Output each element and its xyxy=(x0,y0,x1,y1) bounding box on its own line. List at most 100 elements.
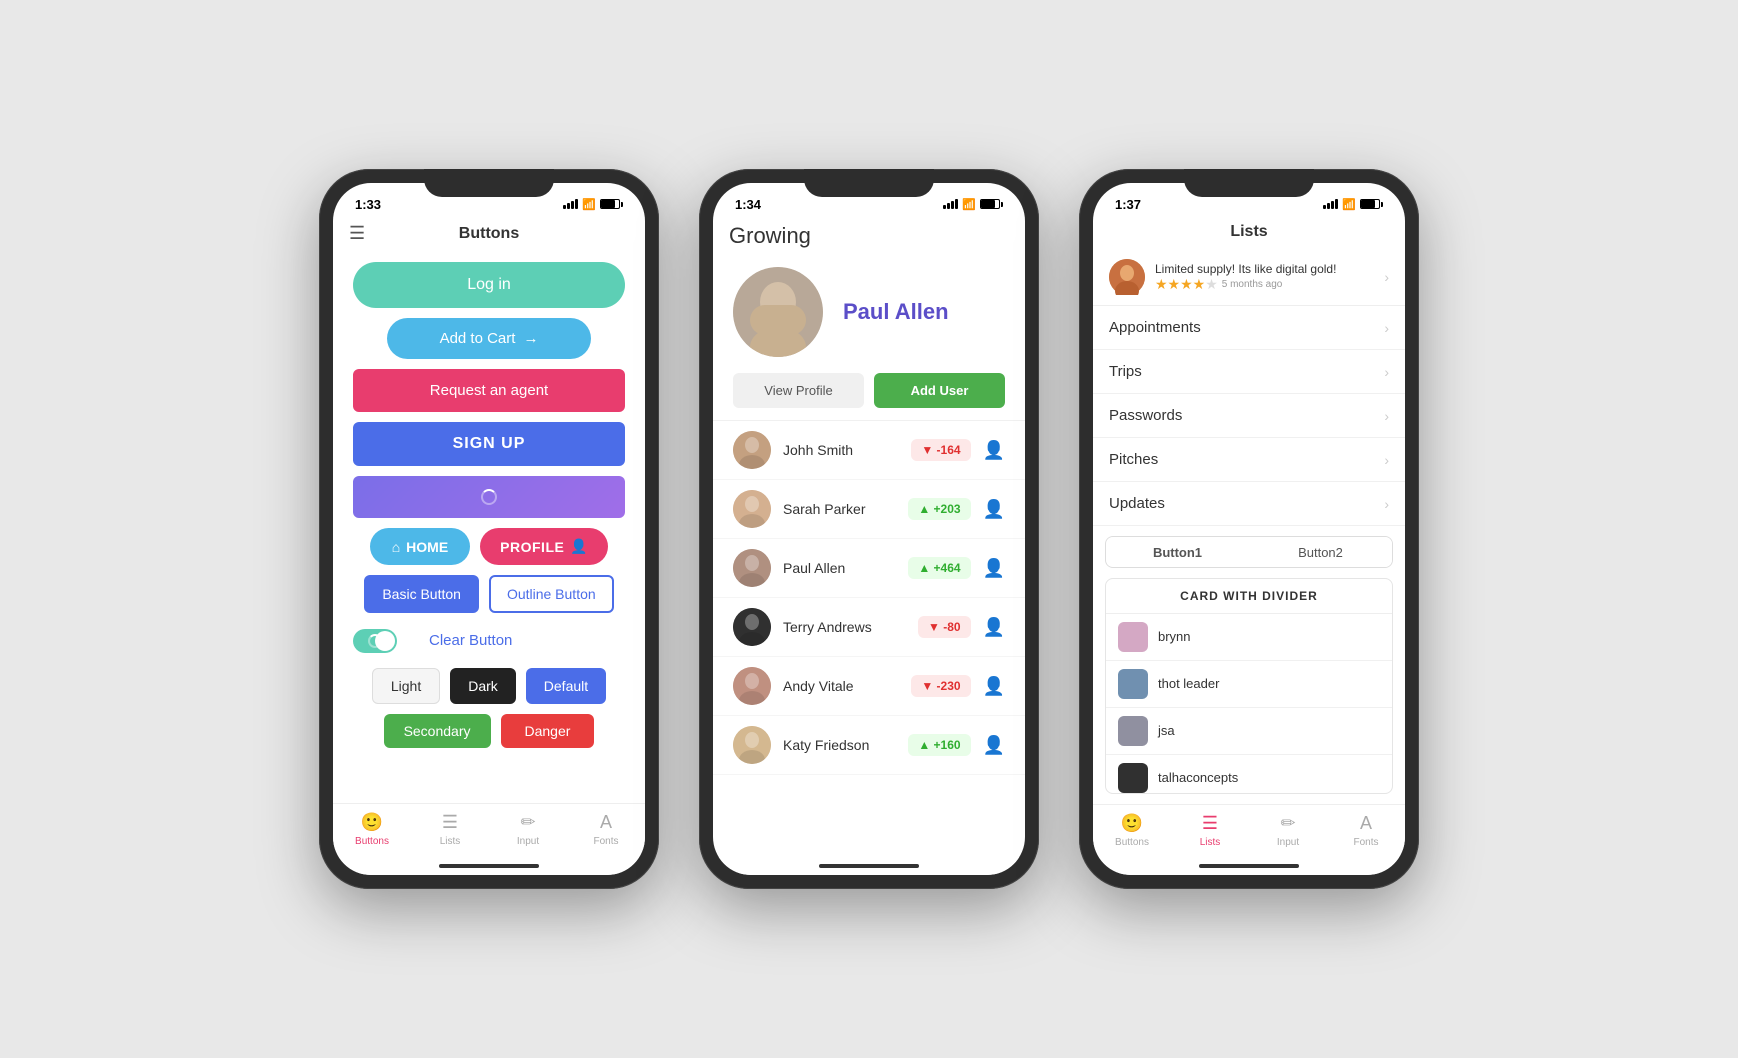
tab-3-fonts[interactable]: A Fonts xyxy=(1327,813,1405,848)
user-name: Terry Andrews xyxy=(783,619,906,635)
user-profile-icon[interactable]: 👤 xyxy=(983,499,1005,520)
outline-button[interactable]: Outline Button xyxy=(489,575,614,613)
wifi-icon-2: 📶 xyxy=(962,198,976,211)
view-profile-button[interactable]: View Profile xyxy=(733,373,864,408)
avatar-image xyxy=(733,267,823,357)
home-profile-row: ⌂ HOME PROFILE 👤 xyxy=(353,528,625,565)
list-item-label: Updates xyxy=(1109,495,1384,512)
tab-3-input-icon: ✏ xyxy=(1280,813,1295,834)
card-list-item[interactable]: jsa xyxy=(1106,708,1392,755)
card-avatar xyxy=(1118,716,1148,746)
wifi-icon: 📶 xyxy=(582,198,596,211)
list-item[interactable]: Updates › xyxy=(1093,482,1405,526)
segment-tab[interactable]: Button2 xyxy=(1249,537,1392,567)
card-avatar xyxy=(1118,622,1148,652)
list-item[interactable]: Trips › xyxy=(1093,350,1405,394)
home-button[interactable]: ⌂ HOME xyxy=(370,528,470,565)
signal-icon-3 xyxy=(1323,199,1338,209)
profile-button[interactable]: PROFILE 👤 xyxy=(480,528,608,565)
card-avatar xyxy=(1118,763,1148,793)
status-icons-2: 📶 xyxy=(943,198,1003,211)
user-row[interactable]: Terry Andrews ▼ -80 👤 xyxy=(713,598,1025,657)
user-row[interactable]: Katy Friedson ▲ +160 👤 xyxy=(713,716,1025,775)
user-avatar xyxy=(733,431,771,469)
user-name: Johh Smith xyxy=(783,442,899,458)
home-indicator-1 xyxy=(333,857,645,875)
user-avatar xyxy=(733,667,771,705)
clear-button[interactable]: Clear Button xyxy=(413,623,528,658)
user-avatar xyxy=(733,726,771,764)
list-chevron-icon: › xyxy=(1384,320,1389,336)
light-button[interactable]: Light xyxy=(372,668,440,704)
tab-fonts-icon: A xyxy=(600,812,612,833)
request-agent-button[interactable]: Request an agent xyxy=(353,369,625,412)
user-row[interactable]: Andy Vitale ▼ -230 👤 xyxy=(713,657,1025,716)
status-icons-1: 📶 xyxy=(563,198,623,211)
profile-name: Paul Allen xyxy=(843,299,949,325)
time-1: 1:33 xyxy=(355,197,381,212)
list-item-label: Pitches xyxy=(1109,451,1384,468)
review-time: 5 months ago xyxy=(1222,279,1283,290)
list-chevron-icon: › xyxy=(1384,364,1389,380)
user-row[interactable]: Sarah Parker ▲ +203 👤 xyxy=(713,480,1025,539)
list-item[interactable]: Appointments › xyxy=(1093,306,1405,350)
user-name: Andy Vitale xyxy=(783,678,899,694)
user-profile-icon[interactable]: 👤 xyxy=(983,676,1005,697)
avatar xyxy=(733,267,823,357)
buttons-content: Log in Add to Cart → Request an agent SI… xyxy=(333,252,645,803)
login-button[interactable]: Log in xyxy=(353,262,625,308)
add-to-cart-button[interactable]: Add to Cart → xyxy=(387,318,591,359)
tab-3-lists[interactable]: ☰ Lists xyxy=(1171,813,1249,848)
user-profile-icon[interactable]: 👤 xyxy=(983,735,1005,756)
toggle-switch[interactable] xyxy=(353,629,397,653)
tab-fonts[interactable]: A Fonts xyxy=(567,812,645,847)
list-item[interactable]: Pitches › xyxy=(1093,438,1405,482)
user-row[interactable]: Johh Smith ▼ -164 👤 xyxy=(713,421,1025,480)
add-user-button[interactable]: Add User xyxy=(874,373,1005,408)
light-dark-default-row: Light Dark Default xyxy=(353,668,625,704)
hamburger-icon[interactable]: ☰ xyxy=(349,223,365,244)
signal-icon-2 xyxy=(943,199,958,209)
user-profile-icon[interactable]: 👤 xyxy=(983,617,1005,638)
signup-button[interactable]: SIGN UP xyxy=(353,422,625,466)
dark-button[interactable]: Dark xyxy=(450,668,516,704)
page-title-lists: Lists xyxy=(1093,219,1405,249)
user-profile-icon[interactable]: 👤 xyxy=(983,440,1005,461)
user-row[interactable]: Paul Allen ▲ +464 👤 xyxy=(713,539,1025,598)
segment-tab[interactable]: Button1 xyxy=(1106,537,1249,567)
tab-buttons-icon: 🙂 xyxy=(361,812,383,833)
tab-3-fonts-icon: A xyxy=(1360,813,1372,834)
review-chevron: › xyxy=(1384,269,1389,285)
notch-1 xyxy=(424,169,554,197)
list-item[interactable]: Passwords › xyxy=(1093,394,1405,438)
tab-input[interactable]: ✏ Input xyxy=(489,812,567,847)
danger-button[interactable]: Danger xyxy=(501,714,595,748)
tab-lists[interactable]: ☰ Lists xyxy=(411,812,489,847)
card-list-item[interactable]: brynn xyxy=(1106,614,1392,661)
score-badge: ▼ -80 xyxy=(918,616,971,638)
user-avatar xyxy=(733,608,771,646)
user-list: Johh Smith ▼ -164 👤 Sarah Parker ▲ +203 … xyxy=(713,421,1025,857)
notch-2 xyxy=(804,169,934,197)
phone-lists: 1:37 📶 Lists xyxy=(1079,169,1419,889)
basic-button[interactable]: Basic Button xyxy=(364,575,479,613)
tab-bar-3: 🙂 Buttons ☰ Lists ✏ Input A Fonts xyxy=(1093,804,1405,858)
loading-button[interactable] xyxy=(353,476,625,518)
notch-3 xyxy=(1184,169,1314,197)
default-button[interactable]: Default xyxy=(526,668,606,704)
tab-3-buttons[interactable]: 🙂 Buttons xyxy=(1093,813,1171,848)
user-name: Katy Friedson xyxy=(783,737,896,753)
secondary-button[interactable]: Secondary xyxy=(384,714,491,748)
signal-icon xyxy=(563,199,578,209)
segment-tabs: Button1Button2 xyxy=(1105,536,1393,568)
card-list-item[interactable]: thot leader xyxy=(1106,661,1392,708)
status-icons-3: 📶 xyxy=(1323,198,1383,211)
card-list-item[interactable]: talhaconcepts xyxy=(1106,755,1392,794)
tab-3-input[interactable]: ✏ Input xyxy=(1249,813,1327,848)
user-profile-icon[interactable]: 👤 xyxy=(983,558,1005,579)
user-avatar xyxy=(733,490,771,528)
toggle-spinner xyxy=(368,634,382,648)
review-item[interactable]: Limited supply! Its like digital gold! ★… xyxy=(1093,249,1405,306)
home-indicator-2 xyxy=(713,857,1025,875)
tab-buttons[interactable]: 🙂 Buttons xyxy=(333,812,411,847)
